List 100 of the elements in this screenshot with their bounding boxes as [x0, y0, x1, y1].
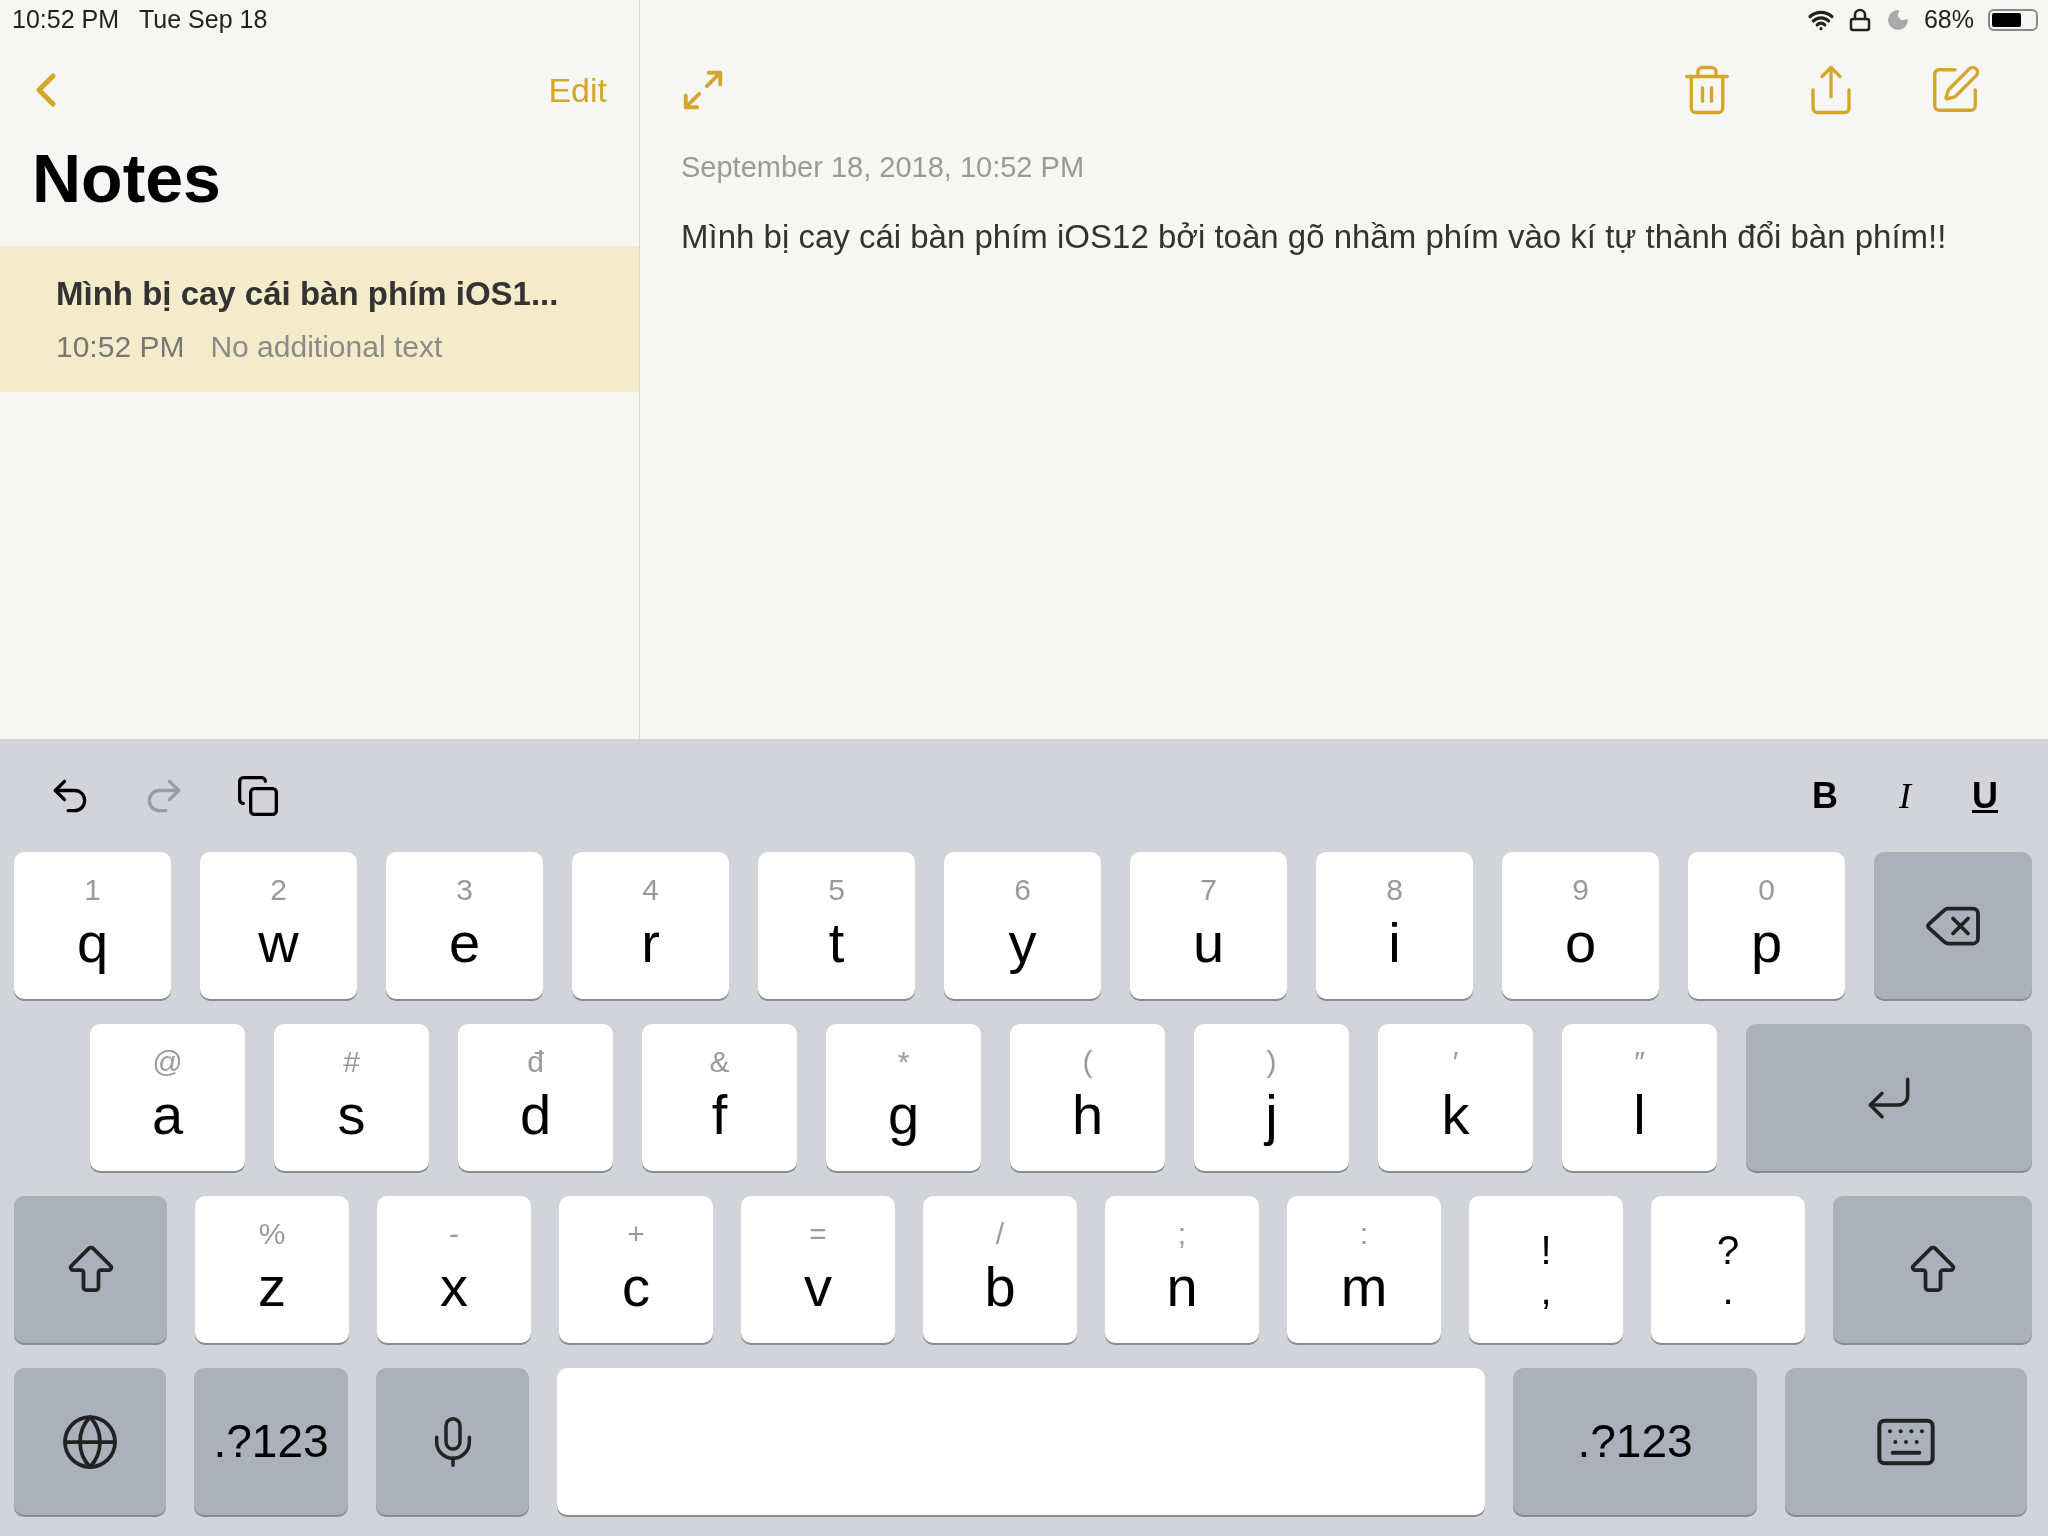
key-hint: 6 [1014, 874, 1031, 905]
letter-key[interactable]: 3 e [386, 852, 543, 999]
letter-key[interactable]: ( h [1010, 1024, 1165, 1171]
paste-button[interactable] [236, 773, 280, 818]
key-hint: & [709, 1046, 730, 1077]
key-letter: w [258, 914, 299, 971]
letter-key[interactable]: 7 u [1130, 852, 1287, 999]
key-hint: ) [1266, 1046, 1277, 1077]
letter-key[interactable]: & f [642, 1024, 797, 1171]
letter-key[interactable]: - x [377, 1196, 531, 1343]
letter-key[interactable]: = v [741, 1196, 895, 1343]
letter-key[interactable]: : m [1287, 1196, 1441, 1343]
letter-key[interactable]: * g [826, 1024, 981, 1171]
key-hint: đ [527, 1046, 544, 1077]
key-letter: t [828, 914, 845, 971]
microphone-key[interactable] [376, 1368, 529, 1515]
key-symbol: , [1540, 1269, 1552, 1310]
letter-key[interactable]: 6 y [944, 852, 1101, 999]
letter-key[interactable]: 1 q [14, 852, 171, 999]
key-hint: ; [1177, 1218, 1187, 1249]
key-letter: r [641, 914, 660, 971]
key-letter: z [258, 1258, 286, 1315]
letter-key[interactable]: ) j [1194, 1024, 1349, 1171]
letter-key[interactable]: + c [559, 1196, 713, 1343]
key-hint: : [1359, 1218, 1369, 1249]
numbers-key[interactable]: .?123 [194, 1368, 348, 1515]
key-hint: ″ [1634, 1046, 1645, 1077]
bold-button[interactable]: B [1810, 768, 1840, 823]
letter-key[interactable]: 4 r [572, 852, 729, 999]
key-symbol: . [1722, 1269, 1734, 1310]
key-hint: - [449, 1218, 459, 1249]
letter-key[interactable]: ; n [1105, 1196, 1259, 1343]
key-hint: = [809, 1218, 827, 1249]
note-item-title: Mình bị cay cái bàn phím iOS1... [56, 273, 560, 314]
key-letter: i [1388, 914, 1401, 971]
letter-key[interactable]: 9 o [1502, 852, 1659, 999]
key-hint: / [995, 1218, 1005, 1249]
notes-title: Notes [31, 144, 222, 212]
key-letter: b [984, 1258, 1016, 1315]
letter-key[interactable]: 2 w [200, 852, 357, 999]
globe-key[interactable] [14, 1368, 166, 1515]
letter-key[interactable]: 8 i [1316, 852, 1473, 999]
punctuation-key[interactable]: ? . [1651, 1196, 1805, 1343]
key-hint: ( [1082, 1046, 1093, 1077]
key-letter: s [337, 1086, 366, 1143]
letter-key[interactable]: # s [274, 1024, 429, 1171]
key-hint: % [258, 1218, 286, 1249]
key-letter: f [711, 1086, 728, 1143]
key-hint: ′ [1452, 1046, 1459, 1077]
delete-key[interactable] [1874, 852, 2032, 999]
key-hint: 9 [1572, 874, 1589, 905]
moon-icon [1885, 8, 1910, 32]
key-letter: l [1633, 1086, 1646, 1143]
note-list-item[interactable]: Mình bị cay cái bàn phím iOS1... 10:52 PM No additional text [0, 246, 639, 392]
letter-key[interactable]: 5 t [758, 852, 915, 999]
key-letter: n [1166, 1258, 1198, 1315]
letter-key[interactable]: 0 p [1688, 852, 1845, 999]
letter-key[interactable]: ″ l [1562, 1024, 1717, 1171]
hide-keyboard-key[interactable] [1785, 1368, 2027, 1515]
letter-key[interactable]: % z [195, 1196, 349, 1343]
numbers-key[interactable]: .?123 [1513, 1368, 1757, 1515]
note-item-time: 10:52 PM [56, 329, 185, 366]
key-letter: m [1340, 1258, 1388, 1315]
key-letter: x [440, 1258, 468, 1315]
letter-key[interactable]: / b [923, 1196, 1077, 1343]
key-letter: k [1441, 1086, 1470, 1143]
key-hint: 4 [642, 874, 659, 905]
letter-key[interactable]: ′ k [1378, 1024, 1533, 1171]
underline-button[interactable]: U [1970, 768, 2000, 823]
battery-icon [1988, 9, 2038, 31]
note-body: Mình bị cay cái bàn phím iOS12 bởi toàn gõ nhầm phím vào kí tự thành đổi bàn phím!! [680, 216, 1948, 257]
key-hint: ? [1716, 1229, 1740, 1270]
letter-key[interactable]: @ a [90, 1024, 245, 1171]
key-letter: e [448, 914, 481, 971]
key-hint: ! [1540, 1229, 1552, 1270]
letter-key[interactable]: đ d [458, 1024, 613, 1171]
note-item-preview: No additional text [210, 329, 443, 366]
key-hint: # [343, 1046, 360, 1077]
key-letter: d [519, 1086, 552, 1143]
key-letter: u [1192, 914, 1225, 971]
key-hint: 1 [84, 874, 101, 905]
key-letter: a [151, 1086, 184, 1143]
key-hint: 0 [1758, 874, 1775, 905]
punctuation-key[interactable]: ! , [1469, 1196, 1623, 1343]
key-hint: 2 [270, 874, 287, 905]
battery-percent: 68% [1923, 4, 1974, 36]
key-hint: 5 [828, 874, 845, 905]
shift-key[interactable] [1833, 1196, 2032, 1343]
note-date: September 18, 2018, 10:52 PM [680, 150, 1086, 185]
key-hint: * [897, 1046, 910, 1077]
key-letter: c [622, 1258, 650, 1315]
key-letter: h [1071, 1086, 1104, 1143]
shift-key[interactable] [14, 1196, 167, 1343]
status-time: 10:52 PM Tue Sep 18 [12, 4, 268, 36]
key-letter: o [1564, 914, 1597, 971]
italic-button[interactable]: I [1890, 768, 1920, 823]
key-hint: + [627, 1218, 645, 1249]
key-letter: v [804, 1258, 832, 1315]
key-hint: 8 [1386, 874, 1403, 905]
key-hint: @ [152, 1046, 183, 1077]
